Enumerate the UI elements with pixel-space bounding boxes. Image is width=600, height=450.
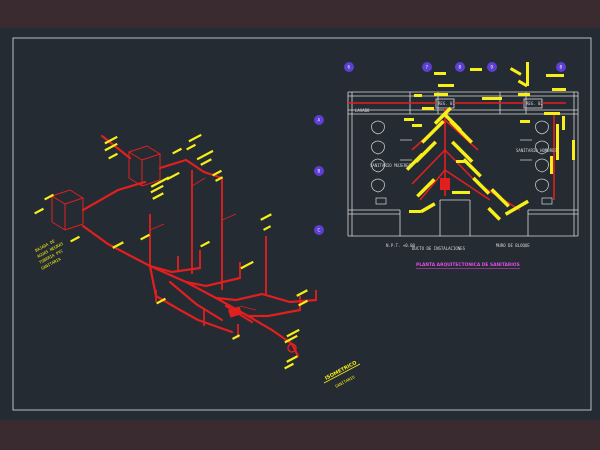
grid-bubble-label: B (318, 169, 321, 174)
plan-title: PLANTA ARQUITECTONICA DE SANITARIOS (416, 262, 520, 268)
iso-legend: BAJADA DE AGUAS NEGRAS TUBERIA PVC SANIT… (34, 238, 64, 271)
plan-note-wall: MURO DE BLOQUE (496, 243, 530, 248)
cad-drawing-view: BAJADA DE AGUAS NEGRAS TUBERIA PVC SANIT… (0, 0, 600, 450)
plan-note-shafts: DUCTO DE INSTALACIONES (412, 246, 466, 251)
plan-note-left: LAVABO (355, 108, 370, 113)
register-label: REG. 01 (438, 101, 455, 106)
plan-diagram: 6 7 8 9 8 A B C REG. 01 REG. 02 LAVABO S… (314, 62, 579, 269)
grid-bubble-label: C (318, 228, 321, 233)
drawing-frame (12, 37, 592, 411)
plan-note-floor: N.P.T. +0.00 (386, 243, 415, 248)
register-label: REG. 02 (526, 101, 543, 106)
plan-annotations (404, 62, 575, 221)
grid-bubble-label: A (318, 118, 321, 123)
drawing-svg: BAJADA DE AGUAS NEGRAS TUBERIA PVC SANIT… (12, 37, 592, 411)
registry-box-upper (127, 145, 162, 187)
isometric-diagram: BAJADA DE AGUAS NEGRAS TUBERIA PVC SANIT… (34, 133, 361, 389)
plan-note-rooms-men: SANITARIO HOMBRES (516, 148, 558, 153)
plan-note-rooms-women: SANITARIO MUJERES (370, 163, 412, 168)
registry-box-lower (50, 189, 85, 231)
plan-pipe-block (440, 178, 450, 190)
